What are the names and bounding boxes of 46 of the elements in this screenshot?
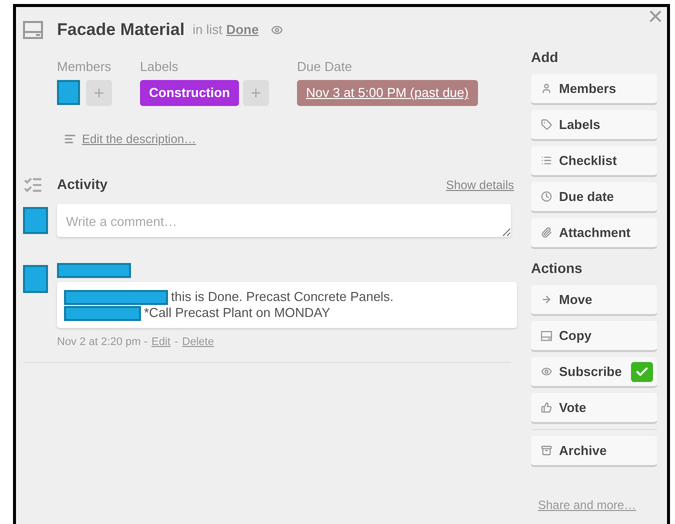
sidebar-button[interactable]: Labels — [531, 110, 657, 140]
tag-icon — [541, 119, 552, 130]
eye-icon — [541, 366, 552, 377]
sidebar-button[interactable]: Archive — [531, 436, 657, 466]
sidebar-button[interactable]: Attachment — [531, 218, 657, 248]
sidebar-button[interactable]: Subscribe — [531, 357, 657, 387]
labels-heading: Labels — [140, 58, 180, 76]
sidebar-button[interactable]: Checklist — [531, 146, 657, 176]
list-link[interactable]: Done — [226, 20, 259, 40]
comment-field[interactable]: Write a comment… — [57, 204, 511, 237]
section-heading: Actions — [531, 259, 584, 278]
card-title: Facade Material — [57, 19, 185, 41]
list-icon — [541, 155, 552, 166]
comment-text: *Call Precast Plant on MONDAY — [144, 305, 330, 321]
clock-icon — [541, 191, 552, 202]
sidebar-button[interactable]: Vote — [531, 393, 657, 423]
label-chip[interactable]: Construction — [140, 80, 239, 106]
sidebar-button[interactable]: Due date — [531, 182, 657, 212]
redaction-bar — [23, 265, 48, 293]
show-details-link[interactable]: Show details — [446, 176, 514, 194]
archive-icon — [541, 445, 552, 456]
redaction-bar — [57, 80, 80, 105]
paperclip-icon — [541, 227, 552, 238]
list-prefix: in list — [192, 21, 222, 39]
comment-time: Nov 2 at 2:20 pm - — [57, 335, 148, 350]
person-icon — [541, 83, 552, 94]
due-date-button[interactable]: Nov 3 at 5:00 PM (past due) — [297, 80, 478, 106]
sidebar-button[interactable]: Copy — [531, 321, 657, 351]
arrow-icon — [541, 294, 552, 305]
eye-icon — [270, 24, 283, 36]
due-date-heading: Due Date — [297, 58, 353, 76]
activity-heading: Activity — [57, 175, 109, 194]
checkbox[interactable] — [631, 362, 653, 382]
separator-text: - — [174, 335, 178, 350]
sidebar-button[interactable]: Move — [531, 285, 657, 315]
sidebar-button[interactable]: Members — [531, 74, 657, 104]
description-icon — [64, 133, 76, 145]
thumbs-up-icon — [541, 402, 552, 413]
comment-text: this is Done. Precast Concrete Panels. — [171, 289, 394, 305]
card-icon — [23, 20, 43, 39]
check-icon — [635, 364, 649, 378]
edit-description-link[interactable]: Edit the description… — [82, 130, 196, 148]
section-heading: Add — [531, 48, 560, 67]
members-heading: Members — [57, 58, 112, 76]
card-icon — [541, 330, 552, 340]
redaction-bar — [23, 207, 48, 234]
